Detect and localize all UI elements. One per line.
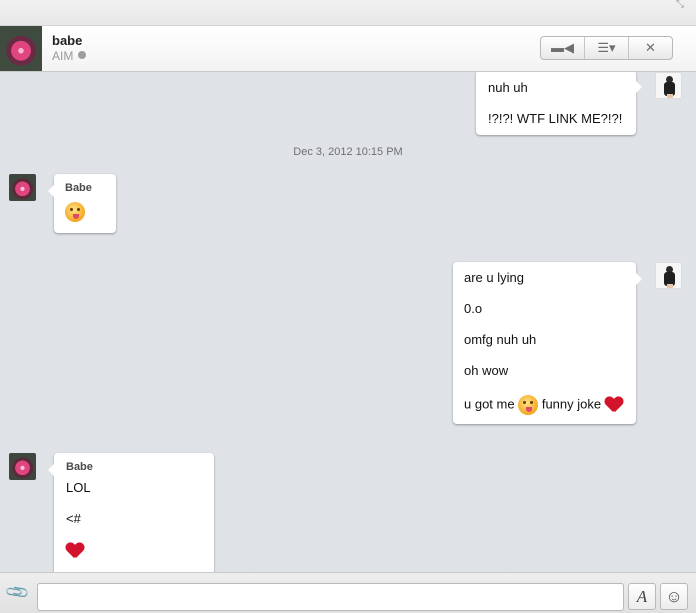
message-text-with-emoji: u got me funny joke: [464, 395, 625, 415]
message-input[interactable]: [37, 583, 624, 611]
emoji-picker-button[interactable]: ☺: [660, 583, 688, 610]
contact-name: babe: [52, 33, 83, 48]
font-button[interactable]: A: [628, 583, 656, 610]
options-menu-button[interactable]: ☰▾: [584, 37, 628, 59]
tongue-emoji-icon: [518, 395, 539, 415]
heart-emoji-icon: [66, 543, 84, 559]
message-timestamp: Dec 3, 2012 10:15 PM: [293, 146, 403, 158]
resize-diagonal-icon[interactable]: ⤡: [676, 0, 688, 10]
my-avatar: [655, 262, 682, 289]
message-text: <#: [66, 511, 81, 526]
message-sender: Babe: [66, 461, 93, 473]
message-text: oh wow: [464, 363, 509, 378]
contact-message-avatar: [9, 174, 36, 201]
close-icon: ✕: [645, 40, 656, 55]
conversation-header: babe AIM ▬◀ ☰▾ ✕: [0, 26, 696, 72]
message-text: u got me: [464, 396, 515, 412]
message-transcript[interactable]: nuh uh !?!?! WTF LINK ME?!?! Dec 3, 2012…: [0, 72, 696, 572]
window-titlebar: ⤡: [0, 0, 696, 26]
tongue-emoji-icon: [65, 202, 85, 222]
header-button-group: ▬◀ ☰▾ ✕: [540, 36, 673, 60]
message-text: !?!?! WTF LINK ME?!?!: [488, 111, 623, 126]
message-bubble-outgoing: are u lying 0.o omfg nuh uh oh wow u got…: [453, 262, 642, 424]
compose-bar: 📎 A ☺: [0, 572, 696, 613]
message-text: LOL: [66, 480, 91, 495]
contact-service: AIM: [52, 49, 74, 63]
message-text: are u lying: [464, 270, 524, 285]
paperclip-icon[interactable]: 📎: [5, 580, 31, 606]
status-dot-icon: [78, 51, 86, 59]
message-text: nuh uh: [488, 80, 528, 95]
message-bubble-outgoing: nuh uh !?!?! WTF LINK ME?!?!: [476, 72, 642, 135]
message-text: 0.o: [464, 301, 483, 316]
contact-avatar[interactable]: [0, 26, 42, 71]
list-menu-icon: ☰▾: [597, 40, 616, 55]
message-bubble-incoming: Babe LOL <#: [48, 453, 214, 572]
message-bubble-incoming: Babe: [48, 174, 116, 233]
message-text: funny joke: [541, 396, 602, 412]
close-conversation-button[interactable]: ✕: [628, 37, 672, 59]
contact-message-avatar: [9, 453, 36, 480]
message-sender: Babe: [65, 182, 92, 194]
video-call-button[interactable]: ▬◀: [541, 37, 584, 59]
video-camera-icon: ▬◀: [551, 40, 574, 55]
heart-emoji-icon: [605, 397, 623, 413]
message-text: omfg nuh uh: [464, 332, 537, 347]
my-avatar: [655, 72, 682, 99]
